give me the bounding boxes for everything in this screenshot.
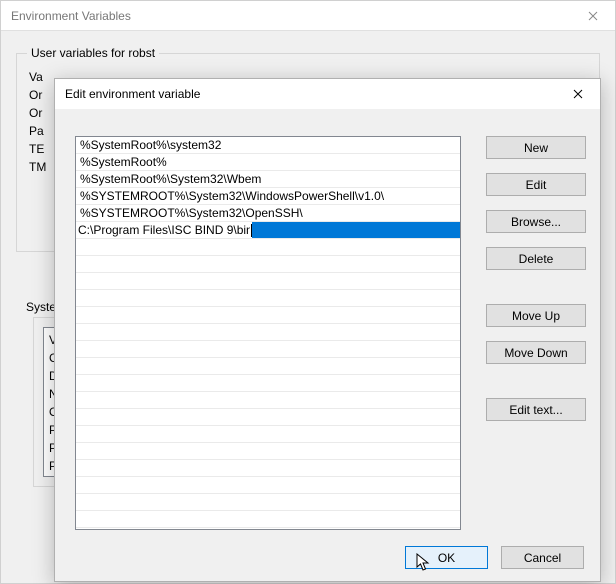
browse-button[interactable]: Browse...	[486, 210, 586, 233]
list-item-empty[interactable]: .	[76, 392, 460, 409]
list-item-empty[interactable]: .	[76, 426, 460, 443]
list-item-empty[interactable]: .	[76, 256, 460, 273]
user-variables-label: User variables for robst	[27, 46, 159, 60]
system-variables-label: Syste	[26, 300, 56, 314]
path-entries-listbox[interactable]: %SystemRoot%\system32 %SystemRoot% %Syst…	[75, 136, 461, 530]
list-item-selected[interactable]	[76, 222, 460, 239]
move-down-button[interactable]: Move Down	[486, 341, 586, 364]
list-item: TE	[29, 140, 46, 158]
list-item-empty[interactable]: .	[76, 307, 460, 324]
list-item-empty[interactable]: .	[76, 358, 460, 375]
list-item-empty[interactable]: .	[76, 460, 460, 477]
list-item-empty[interactable]: .	[76, 324, 460, 341]
list-item[interactable]: %SystemRoot%\system32	[76, 137, 460, 154]
list-item-empty[interactable]: .	[76, 239, 460, 256]
list-item-empty[interactable]: .	[76, 375, 460, 392]
close-icon[interactable]	[570, 1, 615, 31]
path-entry-input[interactable]	[76, 222, 252, 239]
list-item: Pa	[29, 122, 46, 140]
edit-environment-variable-dialog: Edit environment variable %SystemRoot%\s…	[54, 78, 601, 582]
cancel-button[interactable]: Cancel	[501, 546, 584, 569]
list-item-empty[interactable]: .	[76, 409, 460, 426]
edit-body: %SystemRoot%\system32 %SystemRoot% %Syst…	[55, 109, 600, 581]
edit-dialog-title: Edit environment variable	[65, 87, 200, 101]
list-item: Or	[29, 104, 46, 122]
ok-button[interactable]: OK	[405, 546, 488, 569]
delete-button[interactable]: Delete	[486, 247, 586, 270]
list-item[interactable]: %SystemRoot%	[76, 154, 460, 171]
list-item-empty[interactable]: .	[76, 477, 460, 494]
close-icon[interactable]	[555, 79, 600, 109]
list-item-empty[interactable]: .	[76, 341, 460, 358]
list-item-empty[interactable]: .	[76, 443, 460, 460]
list-item[interactable]: %SYSTEMROOT%\System32\WindowsPowerShell\…	[76, 188, 460, 205]
parent-title: Environment Variables	[11, 9, 131, 23]
list-item-empty[interactable]: .	[76, 494, 460, 511]
list-item: Va	[29, 68, 46, 86]
text-caret	[251, 224, 252, 237]
list-item: TM	[29, 158, 46, 176]
list-item[interactable]: %SYSTEMROOT%\System32\OpenSSH\	[76, 205, 460, 222]
edit-button[interactable]: Edit	[486, 173, 586, 196]
edit-text-button[interactable]: Edit text...	[486, 398, 586, 421]
user-variables-peek: Va Or Or Pa TE TM	[29, 68, 46, 176]
list-item-empty[interactable]: .	[76, 511, 460, 528]
new-button[interactable]: New	[486, 136, 586, 159]
parent-titlebar: Environment Variables	[1, 1, 615, 31]
move-up-button[interactable]: Move Up	[486, 304, 586, 327]
list-item: Or	[29, 86, 46, 104]
list-item-empty[interactable]: .	[76, 273, 460, 290]
edit-titlebar: Edit environment variable	[55, 79, 600, 109]
list-item-empty[interactable]: .	[76, 290, 460, 307]
list-item[interactable]: %SystemRoot%\System32\Wbem	[76, 171, 460, 188]
